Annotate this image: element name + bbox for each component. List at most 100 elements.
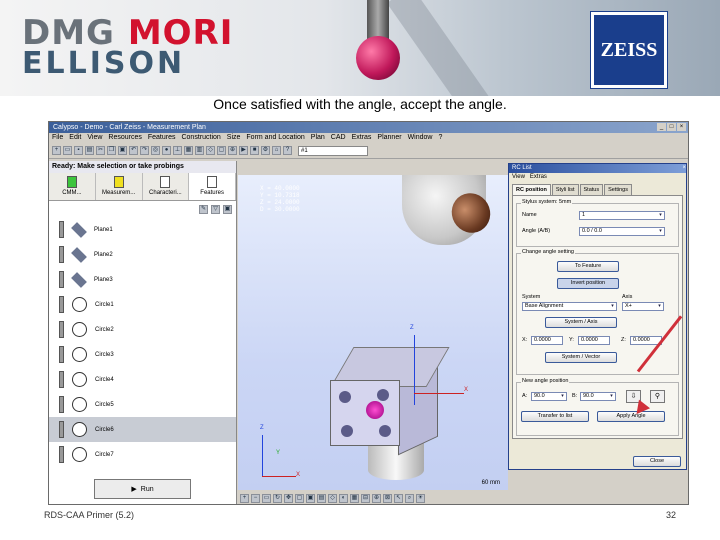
menu-item[interactable]: View [87, 133, 102, 143]
minimize-button[interactable]: _ [657, 123, 666, 131]
feature-item[interactable]: Circle4 [49, 367, 236, 392]
feature-item[interactable]: Circle6 [49, 417, 236, 442]
x-input[interactable]: 0.0000 [531, 336, 563, 345]
lock-icon[interactable]: ⊠ [383, 493, 392, 503]
cad-icon[interactable]: ◇ [206, 146, 215, 155]
name-select[interactable]: 1 ▾ [579, 211, 665, 220]
feature-item[interactable]: Circle5 [49, 392, 236, 417]
apply-angle-button[interactable]: Apply Angle [597, 411, 665, 422]
report-icon[interactable]: ▥ [195, 146, 204, 155]
panel-tab[interactable]: CMM... [49, 173, 96, 200]
system-axis-button[interactable]: System / Axis [545, 317, 617, 328]
invert-position-button[interactable]: Invert position [557, 278, 619, 289]
measure-view-icon[interactable]: ⊕ [372, 493, 381, 503]
plan-icon[interactable]: ▦ [184, 146, 193, 155]
new-icon[interactable]: + [52, 146, 61, 155]
dialog-tab[interactable]: RC position [512, 184, 551, 195]
stop-icon[interactable]: ■ [250, 146, 259, 155]
edit-icon[interactable]: ✎ [199, 204, 208, 214]
menu-item[interactable]: Edit [69, 133, 81, 143]
cut-icon[interactable]: ✂ [96, 146, 105, 155]
view-iso-icon[interactable]: ◇ [328, 493, 337, 503]
menu-item[interactable]: Features [148, 133, 176, 143]
paste-icon[interactable]: ▣ [118, 146, 127, 155]
home-icon[interactable]: ⌂ [272, 146, 281, 155]
filter-icon[interactable]: ▽ [211, 204, 220, 214]
a-angle-select[interactable]: 90.0 ▾ [531, 392, 567, 401]
b-angle-select[interactable]: 90.0 ▾ [580, 392, 616, 401]
menu-item[interactable]: File [52, 133, 63, 143]
zoom-fit-icon[interactable]: ▭ [262, 493, 271, 503]
menu-item[interactable]: Resources [108, 133, 141, 143]
copy-icon[interactable]: ❐ [107, 146, 116, 155]
feature-item[interactable]: Plane3 [49, 267, 236, 292]
menu-item[interactable]: Extras [352, 133, 372, 143]
feature-item[interactable]: Circle2 [49, 317, 236, 342]
dialog-tab[interactable]: Settings [604, 184, 632, 195]
menu-item[interactable]: Window [408, 133, 433, 143]
menu-item[interactable]: Plan [311, 133, 325, 143]
print-icon[interactable]: ▤ [85, 146, 94, 155]
redo-icon[interactable]: ↷ [140, 146, 149, 155]
save-icon[interactable]: ▪ [74, 146, 83, 155]
dialog-menu-item[interactable]: View [512, 173, 525, 182]
dialog-menu-item[interactable]: Extras [530, 173, 547, 182]
panel-tab[interactable]: Characteri... [142, 173, 190, 200]
section-icon[interactable]: ⊟ [361, 493, 370, 503]
select-icon[interactable]: ↖ [394, 493, 403, 503]
view-top-icon[interactable]: ▣ [306, 493, 315, 503]
cad-3d-view[interactable]: X = 40.0000 Y = 10.7318 Z = 24.0000 D = … [238, 175, 508, 490]
to-feature-button[interactable]: To Feature [557, 261, 619, 272]
panel-tab[interactable]: Measurem... [95, 173, 143, 200]
zoom-out-icon[interactable]: − [251, 493, 260, 503]
open-icon[interactable]: ▭ [63, 146, 72, 155]
light-icon[interactable]: ☀ [416, 493, 425, 503]
view-side-icon[interactable]: ▤ [317, 493, 326, 503]
alignment-icon[interactable]: ⊕ [228, 146, 237, 155]
angle-select[interactable]: 0.0 / 0.0 ▾ [579, 227, 665, 236]
help-icon[interactable]: ? [283, 146, 292, 155]
pan-icon[interactable]: ✥ [284, 493, 293, 503]
settings-icon[interactable]: ⚙ [261, 146, 270, 155]
stylus-select[interactable]: #1 [298, 145, 368, 156]
feature-item[interactable]: Circle3 [49, 342, 236, 367]
undo-icon[interactable]: ↶ [129, 146, 138, 155]
dialog-close-button[interactable]: Close [633, 456, 681, 467]
system-select[interactable]: Base Alignment ▾ [522, 302, 617, 311]
measure-icon[interactable]: ◎ [151, 146, 160, 155]
rotate-icon[interactable]: ↻ [273, 493, 282, 503]
dialog-tab[interactable]: Styli list [551, 184, 579, 195]
probe-preview-icon[interactable]: ⚲ [650, 390, 665, 403]
run-button[interactable]: ▶ Run [94, 479, 191, 499]
clearance-icon[interactable]: ▢ [217, 146, 226, 155]
feature-item[interactable]: Circle1 [49, 292, 236, 317]
probe-icon[interactable]: ● [162, 146, 171, 155]
menu-item[interactable]: Size [227, 133, 241, 143]
y-input[interactable]: 0.0000 [578, 336, 610, 345]
feature-item[interactable]: Circle7 [49, 442, 236, 467]
dialog-tab[interactable]: Status [579, 184, 604, 195]
start-icon[interactable]: ▶ [239, 146, 248, 155]
view-front-icon[interactable]: ▢ [295, 493, 304, 503]
wireframe-icon[interactable]: ▦ [350, 493, 359, 503]
dock-icon[interactable]: ▣ [223, 204, 232, 214]
feature-item[interactable]: Plane2 [49, 242, 236, 267]
maximize-button[interactable]: □ [667, 123, 676, 131]
axis-select[interactable]: X+ ▾ [622, 302, 664, 311]
panel-tab[interactable]: Features [189, 173, 236, 200]
stylus-icon[interactable]: ⊥ [173, 146, 182, 155]
menu-item[interactable]: Construction [181, 133, 220, 143]
feature-item[interactable]: Plane1 [49, 217, 236, 242]
menu-item[interactable]: ? [438, 133, 442, 143]
search-icon[interactable]: ⌕ [405, 493, 414, 503]
menu-item[interactable]: Planner [377, 133, 401, 143]
menu-item[interactable]: CAD [331, 133, 346, 143]
zoom-in-icon[interactable]: + [240, 493, 249, 503]
transfer-to-list-button[interactable]: Transfer to list [521, 411, 589, 422]
menu-item[interactable]: Form and Location [246, 133, 304, 143]
stylus-system-group: Stylus system: 5mm Name 1 ▾ Angle (A/B) 0… [516, 199, 679, 247]
system-vector-button[interactable]: System / Vector [545, 352, 617, 363]
dialog-close-icon[interactable]: × [682, 164, 686, 173]
shade-icon[interactable]: ◐ [339, 493, 348, 503]
close-button[interactable]: × [677, 123, 686, 131]
